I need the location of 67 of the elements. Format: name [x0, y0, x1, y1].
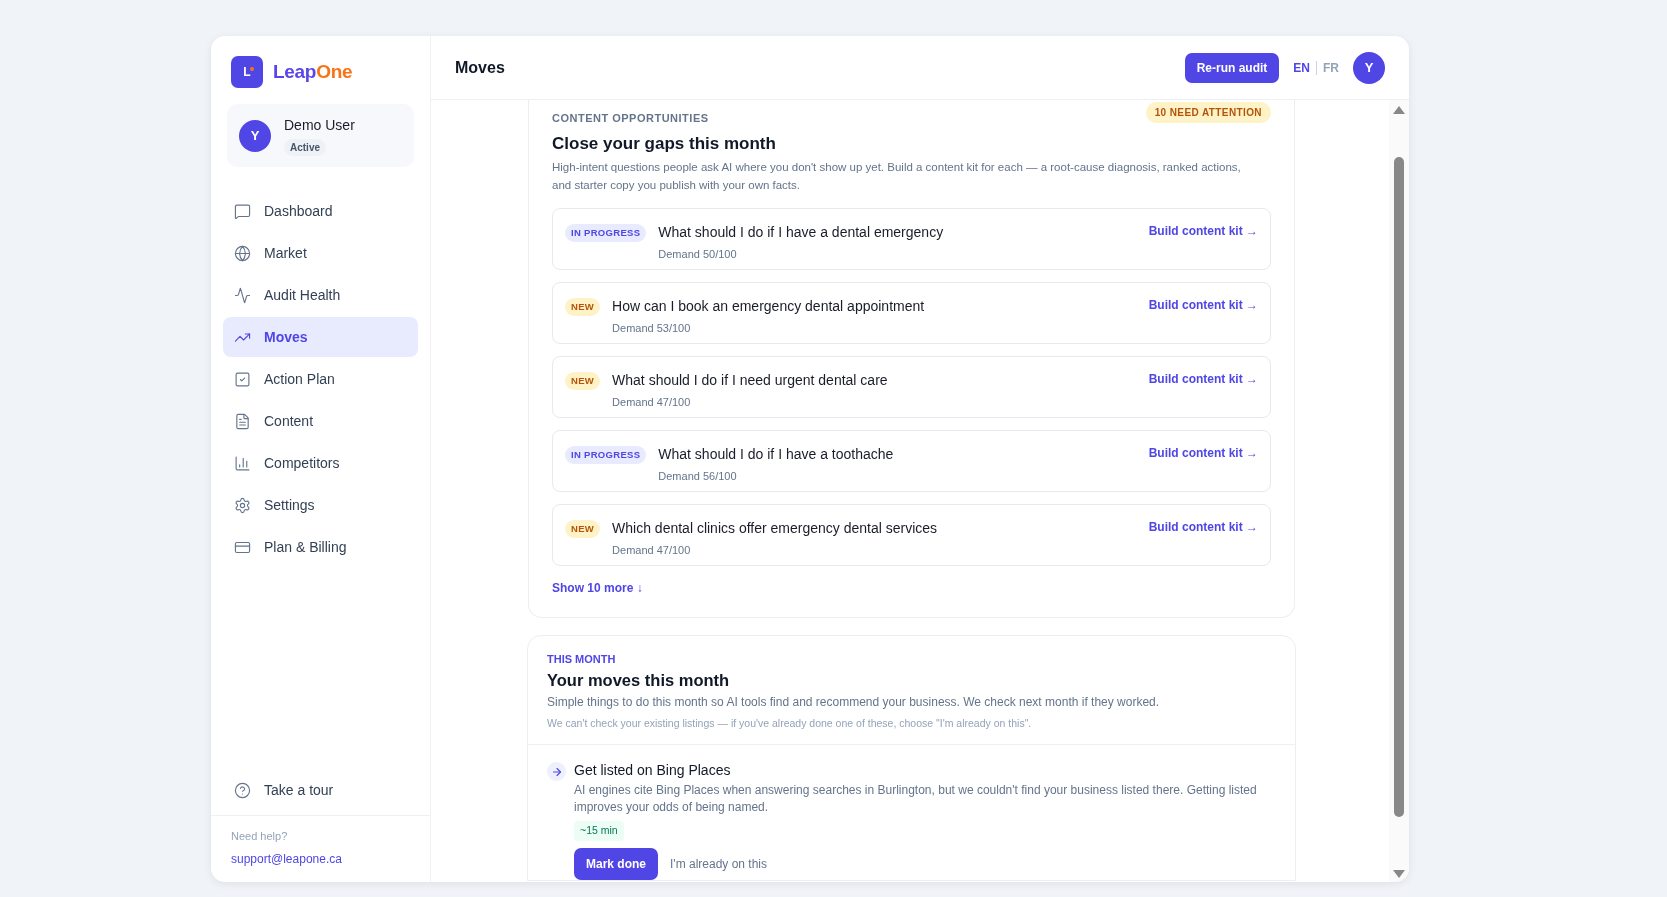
support-email-link[interactable]: support@leapone.ca	[231, 850, 410, 868]
status-badge: NEW	[565, 520, 601, 539]
build-kit-link[interactable]: Build content kit →	[1148, 518, 1258, 536]
opportunity-question: Which dental clinics offer emergency dental services	[612, 519, 939, 538]
nav-item[interactable]: Dashboard	[223, 191, 418, 231]
tour-link[interactable]: Take a tour	[223, 772, 418, 809]
checkbox-icon	[234, 370, 251, 388]
status-badge: IN PROGRESS	[565, 446, 647, 465]
nav-item[interactable]: Settings	[223, 485, 418, 525]
nav-item[interactable]: Competitors	[223, 443, 418, 483]
status-badge: IN PROGRESS	[565, 224, 647, 243]
section-title: Your moves this month	[547, 669, 731, 691]
move-description: AI engines cite Bing Places when answering searches in Burlington, but we couldn't find your business listed there. Getting listed improves your odds of being named.	[574, 782, 1258, 816]
page-title: Moves	[455, 57, 506, 78]
mark-done-button[interactable]: Mark done	[574, 847, 658, 880]
section-title: Close your gaps this month	[552, 132, 777, 155]
nav-item[interactable]: Market	[223, 233, 418, 273]
opportunity-question: What should I do if I have a toothache	[658, 445, 895, 464]
move-title: Get listed on Bing Places	[574, 761, 731, 780]
section-description: High-intent questions people ask AI where you don't show up yet. Build a content kit for each — a root-cause diagnosis, ranked actions, and starter copy you publish with your own facts.	[552, 160, 1242, 193]
section-note: We can't check your existing listings — if you've already done one of these, choose "I'm already on this".	[547, 716, 1033, 732]
rerun-audit-button[interactable]: Re-run audit	[1184, 52, 1280, 83]
opportunity-question: How can I book an emergency dental appointment	[612, 297, 926, 316]
attention-badge: 10 NEED ATTENTION	[1145, 102, 1271, 123]
demand-score: Demand 50/100	[658, 247, 738, 262]
logo-icon: L	[231, 56, 263, 88]
settings-icon	[234, 496, 251, 514]
chat-icon	[234, 202, 251, 220]
brand-name: LeapOne	[273, 59, 353, 84]
user-avatar[interactable]: Y	[1353, 51, 1385, 84]
pulse-icon	[234, 286, 251, 304]
scroll-down-icon[interactable]	[1393, 870, 1405, 878]
user-avatar: Y	[239, 119, 271, 152]
time-badge: ~15 min	[574, 821, 624, 841]
opportunity-question: What should I do if I need urgent dental care	[612, 371, 889, 390]
document-icon	[234, 412, 251, 430]
build-kit-link[interactable]: Build content kit →	[1148, 296, 1258, 314]
opportunity-question: What should I do if I have a dental emergency	[658, 223, 945, 242]
scrollbar[interactable]	[1389, 100, 1409, 882]
status-badge: NEW	[565, 298, 601, 317]
status-badge: NEW	[565, 372, 601, 391]
already-on-this-button[interactable]: I'm already on this	[670, 854, 768, 873]
language-option[interactable]: EN	[1293, 58, 1310, 77]
section-description: Simple things to do this month so AI tools find and recommend your business. We check next month if they worked.	[547, 694, 1161, 712]
section-eyebrow: THIS MONTH	[547, 652, 617, 667]
demand-score: Demand 47/100	[612, 395, 692, 410]
show-more-link[interactable]: Show 10 more ↓	[552, 579, 643, 597]
help-label: Need help?	[231, 828, 289, 844]
demand-score: Demand 53/100	[612, 321, 692, 336]
nav-item[interactable]: Action Plan	[223, 359, 418, 399]
nav-item[interactable]: Content	[223, 401, 418, 441]
nav-item[interactable]: Plan & Billing	[223, 527, 418, 567]
bar-chart-icon	[234, 454, 251, 472]
demand-score: Demand 56/100	[658, 469, 738, 484]
build-kit-link[interactable]: Build content kit →	[1148, 370, 1258, 388]
build-kit-link[interactable]: Build content kit →	[1148, 444, 1258, 462]
scroll-up-icon[interactable]	[1393, 106, 1405, 114]
section-eyebrow: CONTENT OPPORTUNITIES	[552, 111, 709, 126]
help-icon	[234, 782, 251, 799]
demand-score: Demand 47/100	[612, 543, 692, 558]
build-kit-link[interactable]: Build content kit →	[1148, 222, 1258, 240]
scrollbar-thumb[interactable]	[1394, 157, 1404, 817]
globe-icon	[234, 244, 251, 262]
nav-item[interactable]: Moves	[223, 317, 418, 357]
nav-item[interactable]: Audit Health	[223, 275, 418, 315]
user-name: Demo User	[284, 116, 355, 135]
status-badge: Active	[284, 139, 326, 156]
